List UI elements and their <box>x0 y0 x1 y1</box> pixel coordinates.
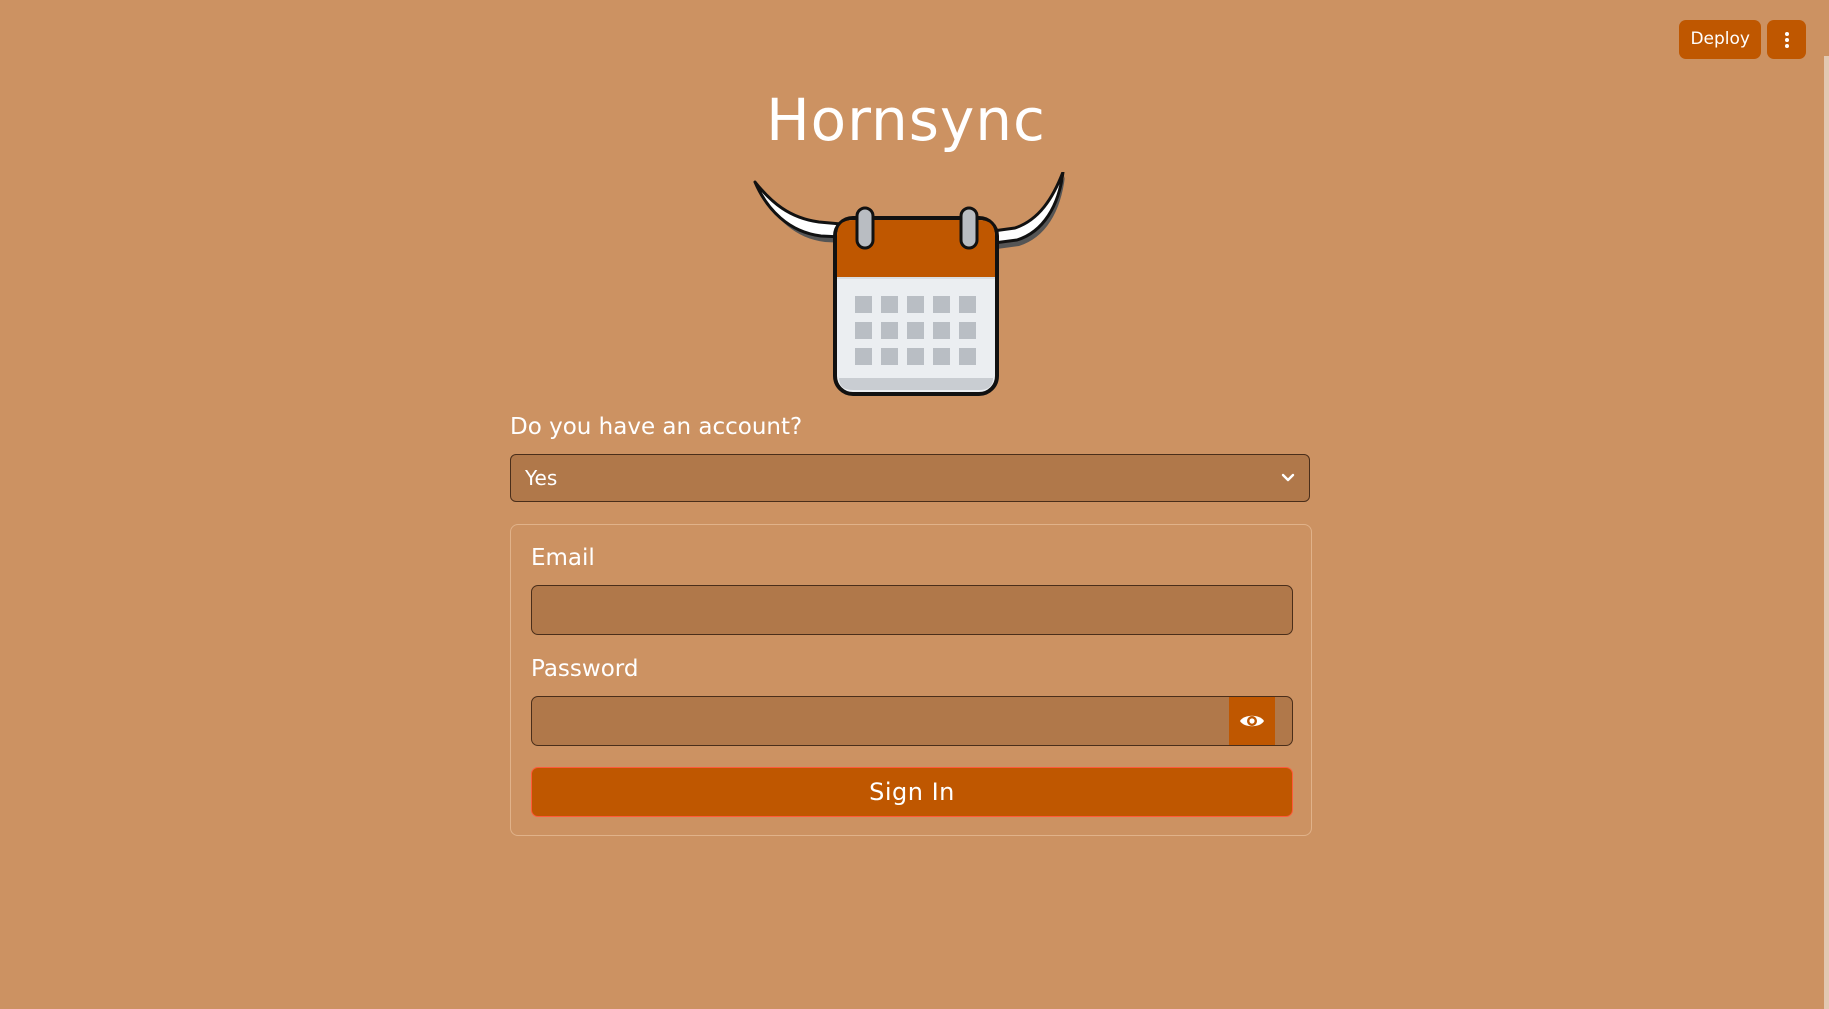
sign-in-form: Email Password Sign In <box>510 524 1312 836</box>
top-toolbar: Deploy <box>1679 20 1806 59</box>
show-password-button[interactable] <box>1229 697 1275 745</box>
deploy-button[interactable]: Deploy <box>1679 20 1761 59</box>
password-label: Password <box>531 656 639 682</box>
email-label: Email <box>531 545 595 571</box>
account-select[interactable]: Yes <box>510 454 1310 502</box>
email-field[interactable] <box>531 585 1293 635</box>
account-question-label: Do you have an account? <box>510 414 803 440</box>
app-title: Hornsync <box>766 86 1046 154</box>
vertical-dots-icon <box>1784 31 1789 48</box>
password-field[interactable] <box>531 696 1293 746</box>
sign-in-button[interactable]: Sign In <box>531 767 1293 817</box>
main-menu-button[interactable] <box>1767 20 1806 59</box>
eye-icon <box>1240 715 1264 727</box>
account-select-value: Yes <box>525 466 558 490</box>
scrollbar[interactable] <box>1824 56 1829 1009</box>
horned-calendar-logo <box>753 172 1065 396</box>
chevron-down-icon <box>1281 473 1295 482</box>
